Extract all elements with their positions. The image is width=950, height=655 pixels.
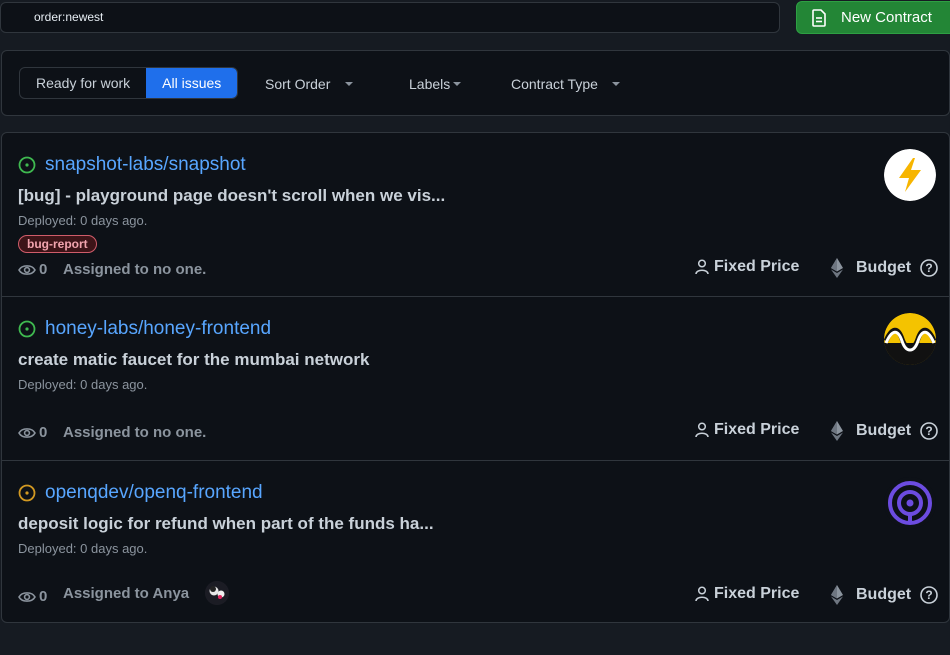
repo-link[interactable]: snapshot-labs/snapshot [45, 154, 246, 176]
watch-count: 0 [18, 424, 47, 441]
filter-bar: Ready for work All issues Sort Order Lab… [1, 50, 950, 116]
issue-card[interactable]: honey-labs/honey-frontend create matic f… [2, 297, 949, 461]
watch-count-value: 0 [39, 588, 48, 605]
deployed-time: Deployed: 0 days ago. [18, 377, 148, 392]
issue-card[interactable]: openqdev/openq-frontend deposit logic fo… [2, 461, 949, 622]
watch-count-value: 0 [39, 261, 48, 278]
all-issues-button[interactable]: All issues [146, 68, 238, 98]
ethereum-icon [831, 421, 843, 441]
issue-title[interactable]: deposit logic for refund when part of th… [18, 514, 434, 534]
assignee-label: Assigned to no one. [63, 424, 207, 441]
labels-dropdown[interactable]: Labels [409, 76, 462, 92]
honey-logo-icon [884, 313, 936, 365]
assignee-label: Assigned to no one. [63, 261, 207, 278]
person-icon [695, 422, 709, 438]
issue-filter-toggle: Ready for work All issues [19, 67, 239, 99]
org-avatar-openq [884, 477, 936, 529]
search-input[interactable]: order:newest [0, 2, 780, 33]
chevron-down-icon [345, 82, 354, 86]
sort-order-dropdown[interactable]: Sort Order [265, 76, 354, 92]
help-icon[interactable]: ? [920, 259, 938, 277]
ethereum-icon [831, 585, 843, 605]
repo-link[interactable]: openqdev/openq-frontend [45, 482, 263, 504]
new-contract-button[interactable]: New Contract [796, 1, 950, 34]
issue-title[interactable]: create matic faucet for the mumbai netwo… [18, 350, 369, 370]
issue-title[interactable]: [bug] - playground page doesn't scroll w… [18, 186, 445, 206]
assignee-avatar[interactable] [205, 581, 230, 605]
help-icon[interactable]: ? [920, 586, 938, 604]
repo-link[interactable]: honey-labs/honey-frontend [45, 318, 271, 340]
watch-count-value: 0 [39, 424, 48, 441]
price-type-label: Fixed Price [714, 421, 800, 438]
budget: Budget ? [831, 258, 938, 278]
org-avatar-snapshot [884, 149, 936, 201]
budget-label: Budget [856, 422, 912, 439]
ethereum-icon [831, 258, 843, 278]
assignee-text: Assigned to no one. [63, 261, 206, 278]
assignee-text: Assigned to Anya [63, 581, 230, 605]
deployed-time: Deployed: 0 days ago. [18, 541, 148, 556]
issue-list: snapshot-labs/snapshot [bug] - playgroun… [1, 132, 950, 623]
watch-count: 0 [18, 261, 47, 278]
bug-report-label[interactable]: bug-report [18, 235, 97, 253]
contract-type-label: Contract Type [511, 76, 598, 92]
openq-logo-icon [884, 477, 936, 529]
avatar-icon [205, 581, 230, 605]
price-type-label: Fixed Price [714, 585, 800, 602]
price-type: Fixed Price [695, 421, 799, 439]
assignee-text: Assigned to no one. [63, 424, 206, 441]
sort-order-label: Sort Order [265, 76, 331, 92]
org-avatar-honey [884, 313, 936, 365]
person-icon [695, 586, 709, 602]
chevron-down-icon [453, 82, 462, 86]
contract-type-dropdown[interactable]: Contract Type [511, 76, 620, 92]
ready-for-work-button[interactable]: Ready for work [20, 68, 146, 98]
open-issue-icon [18, 156, 36, 174]
price-type: Fixed Price [695, 258, 799, 276]
eye-icon [18, 264, 36, 275]
issue-card[interactable]: snapshot-labs/snapshot [bug] - playgroun… [2, 133, 949, 297]
budget-label: Budget [856, 586, 912, 603]
svg-text:?: ? [925, 424, 932, 438]
budget-label: Budget [856, 259, 912, 276]
deployed-time: Deployed: 0 days ago. [18, 213, 148, 228]
new-contract-label: New Contract [841, 9, 932, 26]
in-progress-issue-icon [18, 484, 36, 502]
assignee-label: Assigned to Anya [63, 584, 190, 602]
open-issue-icon [18, 320, 36, 338]
eye-icon [18, 427, 36, 438]
budget: Budget ? [831, 421, 938, 441]
chevron-down-icon [611, 82, 620, 86]
price-type: Fixed Price [695, 585, 799, 603]
document-icon [812, 8, 826, 27]
lightning-icon [884, 149, 936, 201]
watch-count: 0 [18, 588, 47, 605]
budget: Budget ? [831, 585, 938, 605]
svg-text:?: ? [925, 261, 932, 275]
person-icon [695, 259, 709, 275]
help-icon[interactable]: ? [920, 422, 938, 440]
svg-text:?: ? [925, 588, 932, 602]
price-type-label: Fixed Price [714, 258, 800, 275]
eye-icon [18, 591, 36, 602]
labels-label: Labels [409, 76, 451, 92]
